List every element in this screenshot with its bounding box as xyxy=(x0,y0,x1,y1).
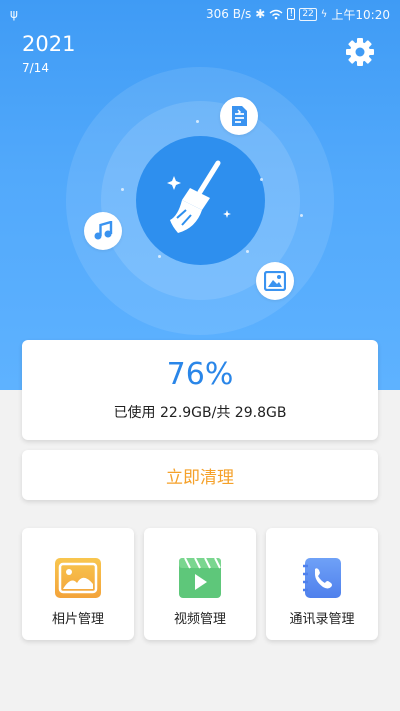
clean-now-label: 立即清理 xyxy=(166,467,234,488)
image-icon xyxy=(256,262,294,300)
date-year: 2021 xyxy=(22,32,76,56)
photo-manager-label: 相片管理 xyxy=(51,612,104,627)
video-icon xyxy=(179,558,221,598)
storage-usage-text: 已使用 22.9GB/共 29.8GB xyxy=(113,405,287,421)
hero-banner: ψ 306 B/s ✱ ! 22 ϟ 上午10:20 2021 7/14 xyxy=(0,0,400,390)
clock: 上午10:20 xyxy=(331,7,390,22)
wifi-icon xyxy=(269,9,283,19)
sparkle-dot xyxy=(121,188,124,191)
contacts-manager-button[interactable]: 通讯录管理 xyxy=(266,528,378,640)
sparkle-dot xyxy=(300,214,303,217)
broom-icon[interactable] xyxy=(160,158,240,238)
photo-manager-button[interactable]: 相片管理 xyxy=(22,528,134,640)
usb-icon: ψ xyxy=(10,7,18,21)
contacts-icon xyxy=(303,558,341,598)
storage-card: 76% 已使用 22.9GB/共 29.8GB xyxy=(22,340,378,440)
photo-icon xyxy=(55,558,101,598)
sparkle-dot xyxy=(158,255,161,258)
network-speed: 306 B/s xyxy=(206,7,252,21)
sparkle-dot xyxy=(260,178,263,181)
settings-gear-icon[interactable] xyxy=(344,36,376,68)
contacts-manager-label: 通讯录管理 xyxy=(289,612,355,627)
sparkle-dot xyxy=(246,250,249,253)
status-bar: ψ 306 B/s ✱ ! 22 ϟ 上午10:20 xyxy=(0,0,400,28)
storage-percent: 76% xyxy=(166,357,234,392)
bluetooth-icon: ✱ xyxy=(255,7,266,21)
sparkle-dot xyxy=(196,120,199,123)
video-manager-button[interactable]: 视频管理 xyxy=(144,528,256,640)
clean-now-button[interactable]: 立即清理 xyxy=(22,450,378,500)
music-icon xyxy=(84,212,122,250)
battery-level: 22 xyxy=(299,7,317,21)
charging-icon: ϟ xyxy=(320,8,328,20)
sim-icon: ! xyxy=(287,8,296,20)
document-icon xyxy=(220,97,258,135)
date-day: 7/14 xyxy=(22,61,49,75)
video-manager-label: 视频管理 xyxy=(173,612,226,627)
